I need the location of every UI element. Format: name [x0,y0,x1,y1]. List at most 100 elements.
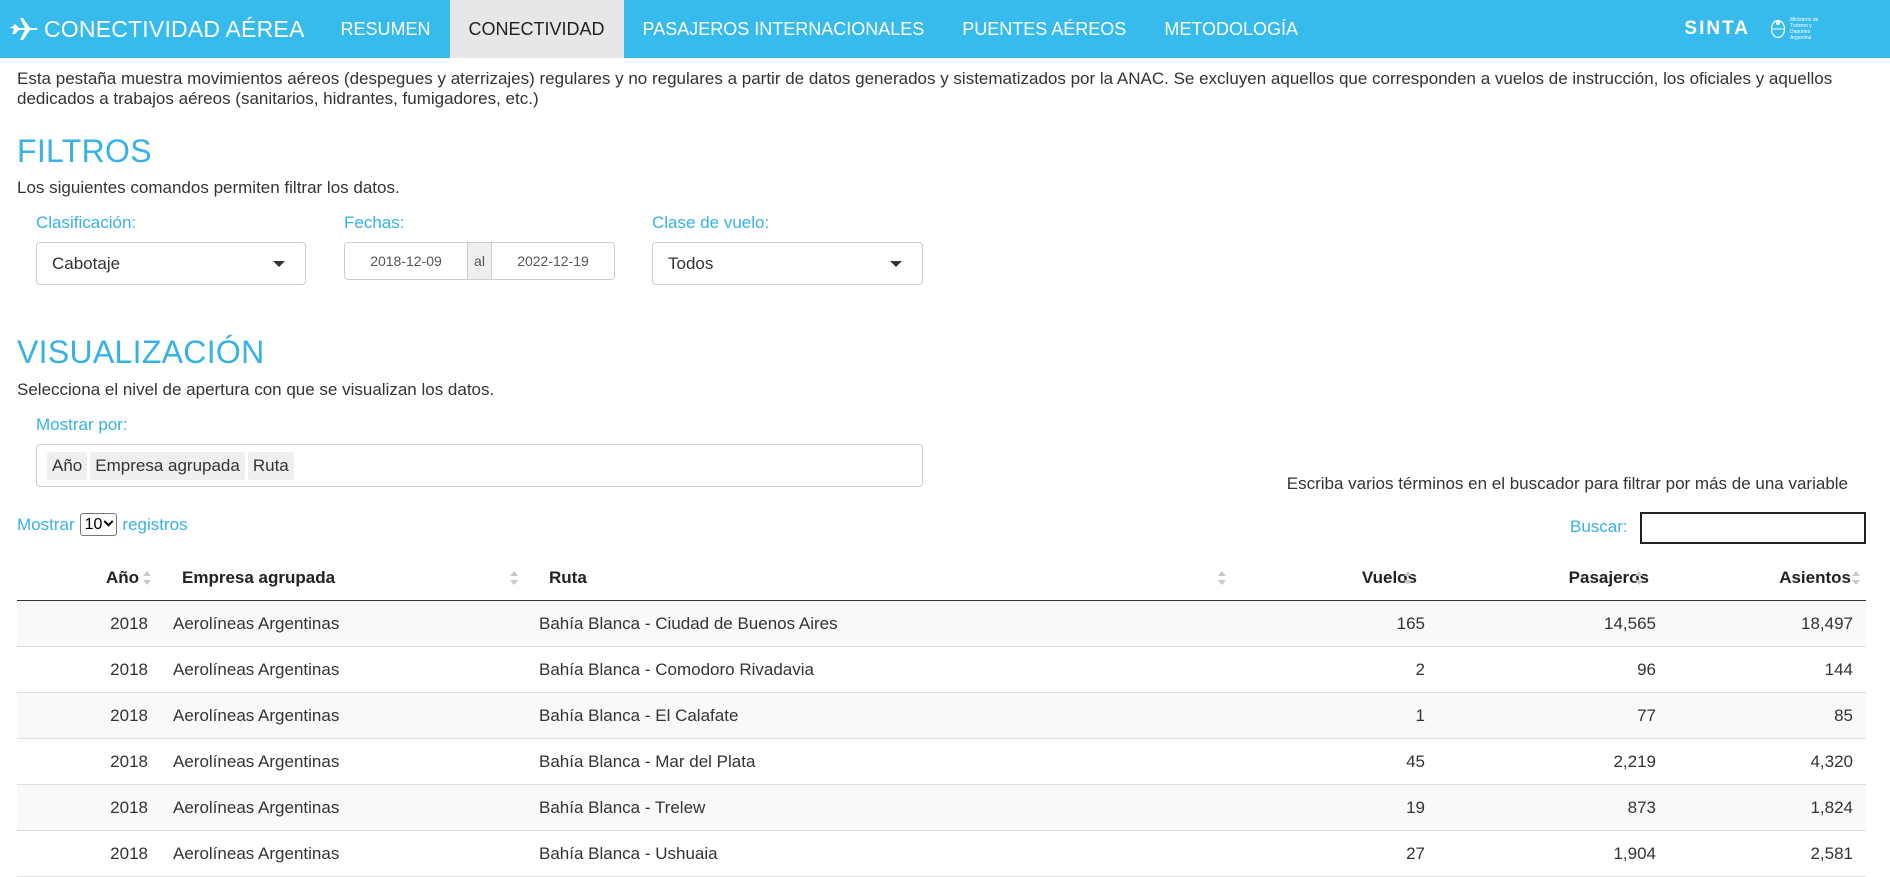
cell-asientos: 85 [1834,706,1853,725]
table-row[interactable]: 2018 Aerolíneas Argentinas Bahía Blanca … [17,739,1866,785]
nav-logos: SINTA Ministerio de Turismo y Deportes A… [1684,0,1830,58]
table-row[interactable]: 2018 Aerolíneas Argentinas Bahía Blanca … [17,785,1866,831]
cell-pasajeros: 2,219 [1613,752,1656,771]
cell-empresa: Aerolíneas Argentinas [173,614,340,633]
col-empresa-label: Empresa agrupada [182,567,336,587]
cell-anio: 2018 [110,660,148,679]
cell-ruta: Bahía Blanca - Ciudad de Buenos Aires [539,614,838,633]
col-ruta[interactable]: Ruta [549,554,587,601]
cell-vuelos: 27 [1406,844,1425,863]
clasificacion-label: Clasificación: [36,213,137,232]
sort-icon [1635,571,1643,585]
cell-asientos: 18,497 [1801,614,1853,633]
cell-anio: 2018 [110,706,148,725]
ministry-logo: Ministerio de Turismo y Deportes Argenti… [1770,17,1830,41]
chevron-down-icon [103,516,114,527]
filters-subtitle: Los siguientes comandos permiten filtrar… [17,178,400,197]
visualizacion-title: VISUALIZACIÓN [17,334,265,370]
show-prefix: Mostrar [17,514,75,534]
cell-vuelos: 165 [1396,614,1425,633]
cell-ruta: Bahía Blanca - Trelew [539,798,706,817]
date-from-input[interactable]: 2018-12-09 [345,243,467,279]
brand-title: CONECTIVIDAD AÉREA [44,15,305,42]
cell-pasajeros: 96 [1637,660,1656,679]
top-navbar: CONECTIVIDAD AÉREA RESUMEN CONECTIVIDAD … [0,0,1890,58]
cell-anio: 2018 [110,752,148,771]
clase-value: Todos [668,253,714,273]
tab-pasajeros-internacionales[interactable]: PASAJEROS INTERNACIONALES [624,0,944,58]
page-length-control: Mostrar 10 registros [17,513,188,536]
table-row[interactable]: 2018 Aerolíneas Argentinas Bahía Blanca … [17,831,1866,877]
col-anio-label: Año [105,567,139,587]
sort-icon [1404,571,1412,585]
coat-of-arms-icon [1770,19,1786,39]
clase-label: Clase de vuelo: [652,213,770,232]
col-ruta-label: Ruta [549,567,587,587]
tag-anio[interactable]: Año [47,451,88,480]
sort-icon [1852,571,1860,585]
sinta-logo: SINTA [1684,18,1750,39]
cell-empresa: Aerolíneas Argentinas [173,660,340,679]
clasificacion-select[interactable]: Cabotaje [36,242,306,285]
cell-asientos: 4,320 [1810,752,1853,771]
page-length-value: 10 [84,515,103,533]
cell-empresa: Aerolíneas Argentinas [173,798,340,817]
tag-empresa-agrupada[interactable]: Empresa agrupada [90,451,245,480]
cell-empresa: Aerolíneas Argentinas [173,752,340,771]
cell-vuelos: 45 [1406,752,1425,771]
table-header: Año Empresa agrupada Ruta Vuelos Pasajer… [17,554,1866,601]
page-length-select[interactable]: 10 [79,513,118,536]
date-separator: al [467,243,492,279]
fechas-label: Fechas: [344,213,405,232]
cell-asientos: 2,581 [1810,844,1853,863]
col-empresa[interactable]: Empresa agrupada [182,554,335,601]
col-vuelos[interactable]: Vuelos [1257,554,1417,601]
cell-pasajeros: 14,565 [1604,614,1656,633]
cell-ruta: Bahía Blanca - El Calafate [539,706,739,725]
data-table: Año Empresa agrupada Ruta Vuelos Pasajer… [17,554,1866,877]
search-label: Buscar: [1570,517,1628,536]
search-input[interactable] [1640,512,1866,544]
sort-icon [1218,571,1226,585]
ministry-text: Ministerio de Turismo y Deportes Argenti… [1790,17,1819,41]
tag-ruta[interactable]: Ruta [247,451,294,480]
tab-puentes-aereos[interactable]: PUENTES AÉREOS [943,0,1145,58]
cell-empresa: Aerolíneas Argentinas [173,706,340,725]
cell-ruta: Bahía Blanca - Comodoro Rivadavia [539,660,814,679]
visualizacion-subtitle: Selecciona el nivel de apertura con que … [17,380,495,399]
caret-down-icon [273,260,285,267]
table-row[interactable]: 2018 Aerolíneas Argentinas Bahía Blanca … [17,693,1866,739]
cell-anio: 2018 [110,844,148,863]
cell-asientos: 144 [1824,660,1853,679]
show-suffix: registros [122,514,188,534]
tab-metodologia[interactable]: METODOLOGÍA [1145,0,1317,58]
col-anio[interactable]: Año [17,554,139,601]
filters-title: FILTROS [17,133,152,169]
brand[interactable]: CONECTIVIDAD AÉREA [0,0,322,58]
cell-empresa: Aerolíneas Argentinas [173,844,340,863]
caret-down-icon [890,260,902,267]
cell-pasajeros: 1,904 [1613,844,1656,863]
cell-ruta: Bahía Blanca - Mar del Plata [539,752,756,771]
cell-asientos: 1,824 [1810,798,1853,817]
col-asientos[interactable]: Asientos [1677,554,1851,601]
cell-anio: 2018 [110,798,148,817]
cell-vuelos: 19 [1406,798,1425,817]
tab-conectividad[interactable]: CONECTIVIDAD [449,0,624,58]
clasificacion-value: Cabotaje [52,253,121,273]
col-pasajeros[interactable]: Pasajeros [1449,554,1649,601]
search-hint: Escriba varios términos en el buscador p… [1286,474,1848,493]
cell-ruta: Bahía Blanca - Ushuaia [539,844,718,863]
sort-icon [510,571,518,585]
clase-select[interactable]: Todos [652,242,923,285]
table-row[interactable]: 2018 Aerolíneas Argentinas Bahía Blanca … [17,647,1866,693]
cell-anio: 2018 [110,614,148,633]
cell-vuelos: 2 [1415,660,1425,679]
mostrar-por-multiselect[interactable]: Año Empresa agrupada Ruta [36,444,923,487]
mostrar-por-label: Mostrar por: [36,415,128,434]
date-to-input[interactable]: 2022-12-19 [492,243,614,279]
col-asientos-label: Asientos [1779,567,1851,587]
tab-resumen[interactable]: RESUMEN [322,0,450,58]
table-row[interactable]: 2018 Aerolíneas Argentinas Bahía Blanca … [17,601,1866,647]
page-description: Esta pestaña muestra movimientos aéreos … [17,69,1833,108]
